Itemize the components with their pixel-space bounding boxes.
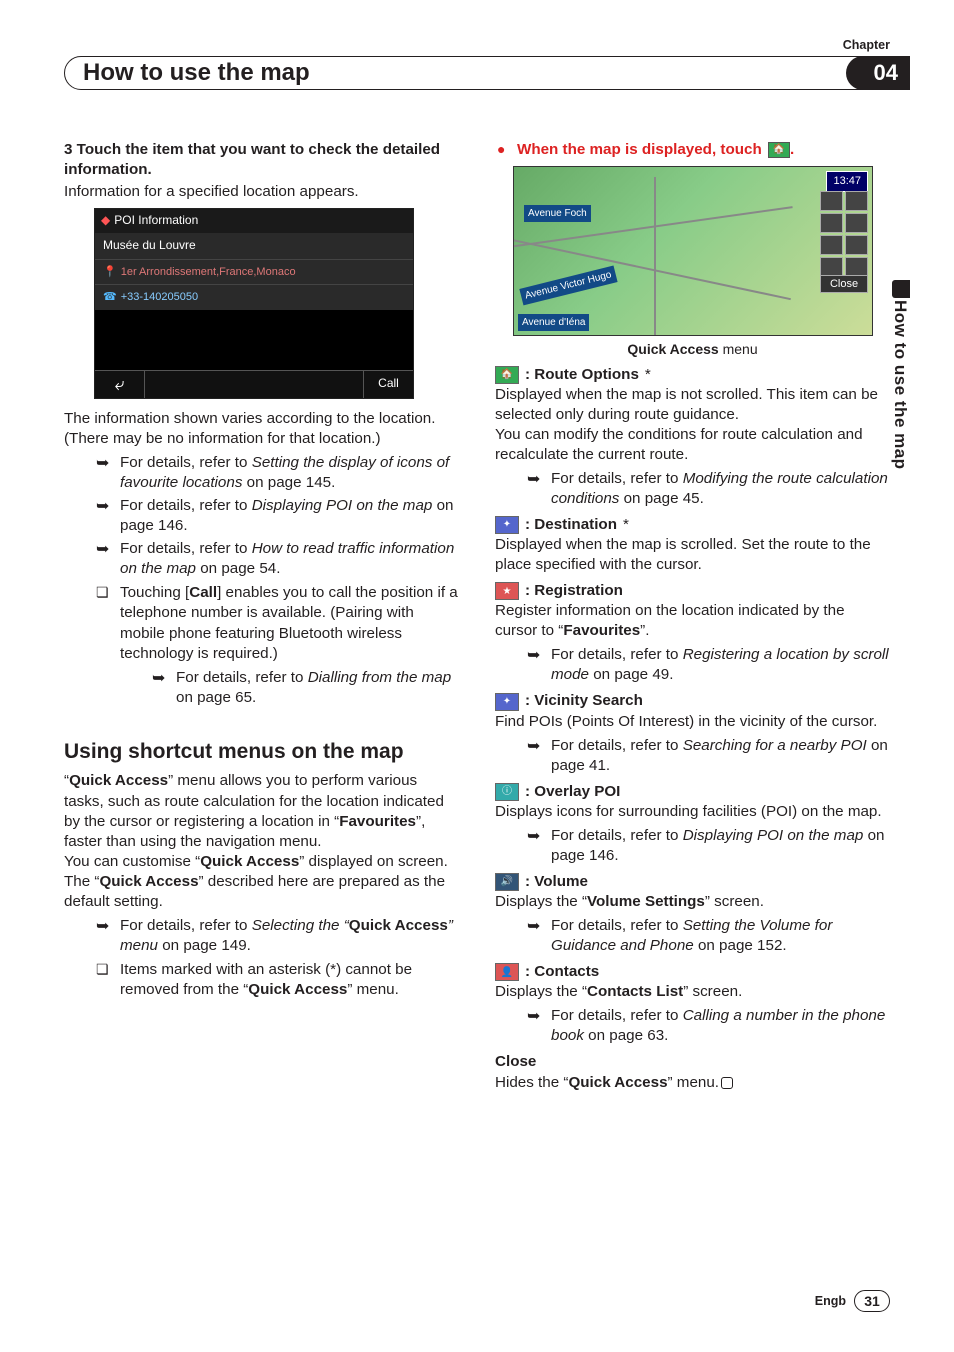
ref-item: For details, refer to Calling a number i… <box>527 1006 890 1046</box>
contacts-icon: 👤 <box>495 963 519 981</box>
footer-lang: Engb <box>815 1294 846 1308</box>
qa-desc: Displays icons for surrounding facilitie… <box>495 802 890 822</box>
destination-icon: ✦ <box>495 516 519 534</box>
action-bullet: When the map is displayed, touch 🏠. <box>495 140 890 160</box>
qa-grid-icon[interactable] <box>845 191 868 211</box>
quick-access-icon[interactable]: 🏠 <box>768 142 790 158</box>
poi-address: 1er Arrondissement,France,Monaco <box>121 265 296 280</box>
street-label: Avenue Victor Hugo <box>519 266 617 306</box>
qa-grid-icon[interactable] <box>820 213 843 233</box>
qa-grid-icon[interactable] <box>820 257 843 277</box>
volume-icon: 🔊 <box>495 873 519 891</box>
ref-item: For details, refer to Searching for a ne… <box>527 736 890 776</box>
qa-title: : Volume <box>525 872 588 892</box>
route-options-icon: 🏠 <box>495 366 519 384</box>
asterisk: * <box>623 515 629 535</box>
qa-grid-icon[interactable] <box>820 191 843 211</box>
paragraph: You can customise “Quick Access” display… <box>64 852 459 912</box>
qa-grid-icon[interactable] <box>845 213 868 233</box>
ref-item: For details, refer to Setting the Volume… <box>527 916 890 956</box>
page-title: How to use the map <box>64 56 882 90</box>
qa-desc: Displays the “Contacts List” screen. <box>495 982 890 1002</box>
qa-grid-icon[interactable] <box>845 235 868 255</box>
pin-icon: 📍 <box>103 265 117 280</box>
qa-title: : Contacts <box>525 962 599 982</box>
step-body: Information for a specified location app… <box>64 182 459 202</box>
ref-item: For details, refer to Setting the displa… <box>96 453 459 493</box>
registration-icon: ★ <box>495 582 519 600</box>
close-desc: Hides the “Quick Access” menu. <box>495 1073 890 1093</box>
side-tab-marker <box>892 280 910 298</box>
ref-item: For details, refer to Registering a loca… <box>527 645 890 685</box>
note-item: Touching [Call] enables you to call the … <box>96 583 459 707</box>
asterisk: * <box>645 365 651 385</box>
poi-name: Musée du Louvre <box>95 233 413 260</box>
overlay-poi-icon: ⓘ <box>495 783 519 801</box>
ref-item: For details, refer to Selecting the “Qui… <box>96 916 459 956</box>
info-paragraph: The information shown varies according t… <box>64 409 459 449</box>
street-label: Avenue Foch <box>524 205 591 222</box>
qa-title: : Destination <box>525 515 617 535</box>
page-number-badge: 31 <box>854 1290 890 1312</box>
vicinity-search-icon: ✦ <box>495 693 519 711</box>
ref-item: For details, refer to Modifying the rout… <box>527 469 890 509</box>
map-pin-icon: ◆ <box>101 213 110 229</box>
step-heading: 3 Touch the item that you want to check … <box>64 140 459 180</box>
qa-title: : Vicinity Search <box>525 691 643 711</box>
note-item: Items marked with an asterisk (*) cannot… <box>96 960 459 1000</box>
qa-desc: Displayed when the map is scrolled. Set … <box>495 535 890 575</box>
qa-title: : Overlay POI <box>525 782 620 802</box>
ref-item: For details, refer to Displaying POI on … <box>96 496 459 536</box>
quick-access-grid[interactable] <box>820 191 868 277</box>
qa-desc: Displays the “Volume Settings” screen. <box>495 892 890 912</box>
ref-item: For details, refer to Displaying POI on … <box>527 826 890 866</box>
poi-fig-title: POI Information <box>114 213 198 229</box>
side-section-label: How to use the map <box>890 300 910 470</box>
map-figure: 13:47 Close Avenue Foch Avenue Victor Hu… <box>513 166 873 336</box>
ref-item: For details, refer to How to read traffi… <box>96 539 459 579</box>
paragraph: “Quick Access” menu allows you to perfor… <box>64 771 459 851</box>
poi-phone: +33-140205050 <box>121 290 198 305</box>
close-title: Close <box>495 1052 890 1072</box>
back-button[interactable]: ⤶ <box>95 371 145 398</box>
poi-info-figure: ◆POI Information Musée du Louvre 📍 1er Ar… <box>94 208 414 399</box>
chapter-label: Chapter <box>843 38 890 52</box>
qa-grid-icon[interactable] <box>820 235 843 255</box>
chapter-number-badge: 04 <box>846 56 910 90</box>
left-column: 3 Touch the item that you want to check … <box>64 140 459 1093</box>
section-heading: Using shortcut menus on the map <box>64 738 459 766</box>
ref-item: For details, refer to Dialling from the … <box>152 668 459 708</box>
qa-desc: You can modify the conditions for route … <box>495 425 890 465</box>
phone-icon: ☎ <box>103 290 117 305</box>
map-close-button[interactable]: Close <box>820 275 868 293</box>
qa-title: : Route Options <box>525 365 639 385</box>
qa-desc: Register information on the location ind… <box>495 601 890 641</box>
qa-title: : Registration <box>525 581 623 601</box>
qa-desc: Find POIs (Points Of Interest) in the vi… <box>495 712 890 732</box>
map-time: 13:47 <box>826 171 868 192</box>
call-button[interactable]: Call <box>363 371 413 398</box>
qa-desc: Displayed when the map is not scrolled. … <box>495 385 890 425</box>
qa-grid-icon[interactable] <box>845 257 868 277</box>
street-label: Avenue d'Iéna <box>518 314 589 331</box>
end-of-section-icon <box>721 1077 733 1089</box>
figure-caption: Quick Access menu <box>495 340 890 358</box>
right-column: When the map is displayed, touch 🏠. 13:4… <box>495 140 890 1093</box>
